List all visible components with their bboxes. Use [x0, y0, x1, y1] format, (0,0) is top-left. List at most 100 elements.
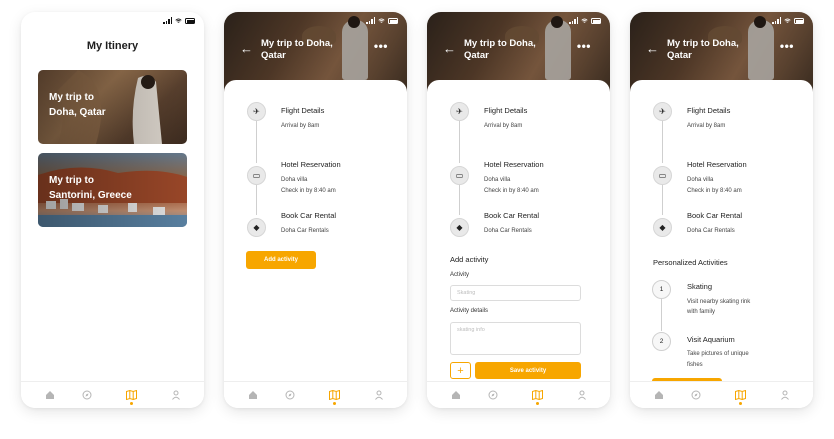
timeline-connector: [662, 121, 663, 163]
add-activity-button[interactable]: Add activity: [246, 251, 316, 269]
trip-card-line2: Santorini, Greece: [49, 190, 132, 201]
car-icon: ◆: [450, 218, 469, 237]
more-options-icon[interactable]: •••: [577, 39, 591, 53]
home-icon[interactable]: [44, 389, 56, 401]
section-title: Personalized Activities: [653, 258, 728, 267]
timeline-detail: Doha Car Rentals: [687, 228, 735, 234]
more-options-icon[interactable]: •••: [374, 39, 388, 53]
map-icon[interactable]: [734, 389, 746, 401]
timeline-detail: Check in by 8:40 am: [281, 188, 336, 194]
activity-number: 1: [652, 280, 671, 299]
timeline-connector: [459, 185, 460, 215]
timeline-detail: Doha villa: [281, 177, 308, 183]
home-icon[interactable]: [247, 389, 259, 401]
bed-icon: ▭: [247, 166, 266, 185]
save-activity-button[interactable]: Save activity: [475, 362, 581, 379]
battery-icon: [794, 18, 804, 24]
add-activity-screen: ← My trip to Doha, Qatar ••• ✈ Flight Det…: [427, 12, 610, 408]
timeline-connector: [662, 185, 663, 215]
trip-card-line1: My trip to: [49, 92, 94, 103]
activity-detail: Take pictures of unique: [687, 351, 749, 357]
timeline-title: Hotel Reservation: [281, 160, 341, 169]
add-more-button[interactable]: +: [450, 362, 471, 379]
trip-title: My trip to Doha, Qatar: [464, 38, 536, 61]
battery-icon: [591, 18, 601, 24]
map-icon[interactable]: [328, 389, 340, 401]
status-bar: [21, 17, 204, 27]
back-arrow-icon[interactable]: ←: [240, 41, 253, 56]
page-title: My Itinery: [86, 40, 139, 52]
bottom-nav: [427, 381, 610, 408]
section-title: Add activity: [450, 255, 489, 264]
back-arrow-icon[interactable]: ←: [646, 41, 659, 56]
airplane-icon: ✈: [247, 102, 266, 121]
timeline-detail: Arrival by 8am: [687, 123, 726, 129]
timeline-connector: [256, 121, 257, 163]
car-icon: ◆: [653, 218, 672, 237]
signal-icon: [569, 17, 578, 24]
map-icon[interactable]: [125, 389, 137, 401]
wifi-icon: [581, 18, 588, 23]
signal-icon: [366, 17, 375, 24]
profile-icon[interactable]: [576, 389, 588, 401]
timeline-title: Flight Details: [687, 106, 731, 115]
timeline-connector: [661, 299, 662, 331]
profile-icon[interactable]: [170, 389, 182, 401]
activity-detail: fishes: [687, 362, 703, 368]
timeline-detail: Doha villa: [687, 177, 714, 183]
timeline-connector: [459, 121, 460, 163]
timeline-title: Book Car Rental: [281, 211, 337, 220]
trip-card-line1: My trip to: [49, 175, 94, 186]
activity-title: Skating: [687, 282, 713, 291]
battery-icon: [388, 18, 398, 24]
active-indicator: [129, 402, 133, 405]
timeline-title: Book Car Rental: [687, 211, 743, 220]
content-sheet: ✈ Flight Details Arrival by 8am ▭ Hotel …: [630, 80, 813, 408]
activity-detail: with family: [687, 309, 716, 315]
bottom-nav: [21, 381, 204, 408]
home-icon[interactable]: [653, 389, 665, 401]
car-icon: ◆: [247, 218, 266, 237]
trip-card-doha[interactable]: My trip to Doha, Qatar: [38, 70, 187, 144]
back-arrow-icon[interactable]: ←: [443, 41, 456, 56]
timeline-detail: Doha Car Rentals: [281, 228, 329, 234]
home-icon[interactable]: [450, 389, 462, 401]
wifi-icon: [378, 18, 385, 23]
activity-number: 2: [652, 332, 671, 351]
timeline-detail: Arrival by 8am: [281, 123, 320, 129]
battery-icon: [185, 18, 195, 24]
trip-card-line2: Doha, Qatar: [49, 107, 106, 118]
compass-icon[interactable]: [487, 389, 499, 401]
active-indicator: [535, 402, 539, 405]
content-sheet: ✈ Flight Details Arrival by 8am ▭ Hotel …: [224, 80, 407, 408]
status-bar: [630, 17, 813, 27]
trip-detail-screen: ← My trip to Doha, Qatar ••• ✈ Flight Det…: [224, 12, 407, 408]
timeline-detail: Doha Car Rentals: [484, 228, 532, 234]
compass-icon[interactable]: [284, 389, 296, 401]
timeline-title: Hotel Reservation: [687, 160, 747, 169]
status-bar: [224, 17, 407, 27]
activity-label: Activity: [450, 272, 470, 278]
bed-icon: ▭: [653, 166, 672, 185]
activity-title: Visit Aquarium: [687, 335, 735, 344]
profile-icon[interactable]: [373, 389, 385, 401]
trip-title: My trip to Doha, Qatar: [261, 38, 333, 61]
timeline-title: Hotel Reservation: [484, 160, 544, 169]
details-textarea[interactable]: skating info: [450, 322, 581, 355]
timeline-detail: Check in by 8:40 am: [687, 188, 742, 194]
timeline-title: Flight Details: [281, 106, 325, 115]
timeline-detail: Doha villa: [484, 177, 511, 183]
trip-card-santorini[interactable]: My trip to Santorini, Greece: [38, 153, 187, 227]
activity-input[interactable]: Skating: [450, 285, 581, 301]
signal-icon: [163, 17, 172, 24]
trip-title: My trip to Doha, Qatar: [667, 38, 739, 61]
bottom-nav: [630, 381, 813, 408]
compass-icon[interactable]: [690, 389, 702, 401]
bottom-nav: [224, 381, 407, 408]
personalized-activities-screen: ← My trip to Doha, Qatar ••• ✈ Flight Det…: [630, 12, 813, 408]
map-icon[interactable]: [531, 389, 543, 401]
more-options-icon[interactable]: •••: [780, 39, 794, 53]
active-indicator: [332, 402, 336, 405]
compass-icon[interactable]: [81, 389, 93, 401]
profile-icon[interactable]: [779, 389, 791, 401]
